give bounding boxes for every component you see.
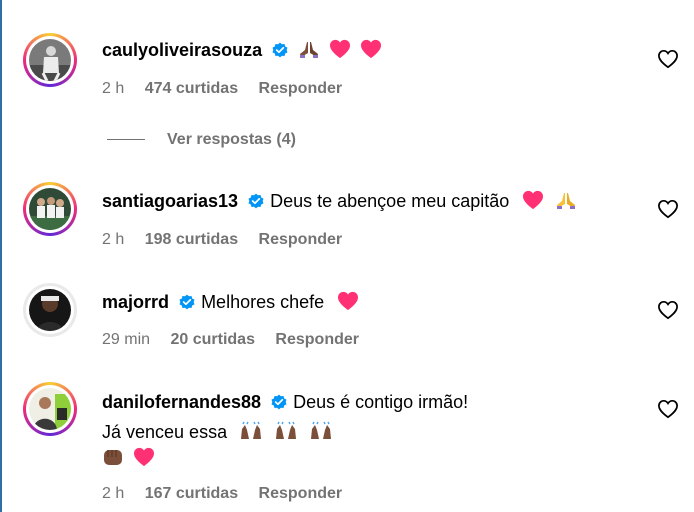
raising-hands-emoji-icon xyxy=(276,421,297,439)
comment-time: 2 h xyxy=(102,231,125,248)
verified-badge-icon xyxy=(179,294,195,310)
like-heart-icon[interactable] xyxy=(657,49,679,69)
reply-button[interactable]: Responder xyxy=(259,80,343,97)
username[interactable]: santiagoarias13 xyxy=(102,191,238,211)
pray-emoji-icon xyxy=(557,193,576,209)
username[interactable]: caulyoliveirasouza xyxy=(102,40,262,60)
pray-emoji-icon xyxy=(300,42,319,58)
avatar[interactable] xyxy=(23,382,77,436)
heart-emoji-icon xyxy=(361,39,382,59)
window-edge xyxy=(0,0,2,512)
view-replies-divider xyxy=(107,139,145,141)
likes-count[interactable]: 20 curtidas xyxy=(170,331,254,348)
avatar[interactable] xyxy=(23,33,77,87)
verified-badge-icon xyxy=(271,394,287,410)
avatar[interactable] xyxy=(23,182,77,236)
comment-time: 2 h xyxy=(102,80,125,97)
reply-button[interactable]: Responder xyxy=(259,231,343,248)
raising-hands-emoji-icon xyxy=(311,421,332,439)
heart-emoji-icon xyxy=(523,190,544,210)
reply-button[interactable]: Responder xyxy=(259,485,343,502)
view-replies-label: Ver respostas (4) xyxy=(167,131,296,148)
reply-button[interactable]: Responder xyxy=(275,331,359,348)
comment-text: Melhores chefe xyxy=(201,292,325,312)
comment-text: Deus te abençoe meu capitão xyxy=(270,191,510,211)
comment-time: 2 h xyxy=(102,485,125,502)
verified-badge-icon xyxy=(272,42,288,58)
heart-emoji-icon xyxy=(134,447,155,467)
heart-emoji-icon xyxy=(338,291,359,311)
comment-text-line2: Já venceu essa xyxy=(102,422,228,442)
raising-hands-emoji-icon xyxy=(241,421,262,439)
username[interactable]: danilofernandes88 xyxy=(102,392,261,412)
verified-badge-icon xyxy=(248,193,264,209)
view-replies-button[interactable]: Ver respostas (4) xyxy=(107,131,296,149)
like-heart-icon[interactable] xyxy=(657,399,679,419)
avatar xyxy=(23,283,77,337)
like-heart-icon[interactable] xyxy=(657,300,679,320)
fist-emoji-icon xyxy=(104,450,122,465)
comment-text: Deus é contigo irmão! xyxy=(293,392,469,412)
likes-count[interactable]: 198 curtidas xyxy=(145,231,238,248)
likes-count[interactable]: 167 curtidas xyxy=(145,485,238,502)
comment-time: 29 min xyxy=(102,331,151,348)
like-heart-icon[interactable] xyxy=(657,199,679,219)
heart-emoji-icon xyxy=(330,39,351,59)
username[interactable]: majorrd xyxy=(102,292,169,312)
likes-count[interactable]: 474 curtidas xyxy=(145,80,238,97)
